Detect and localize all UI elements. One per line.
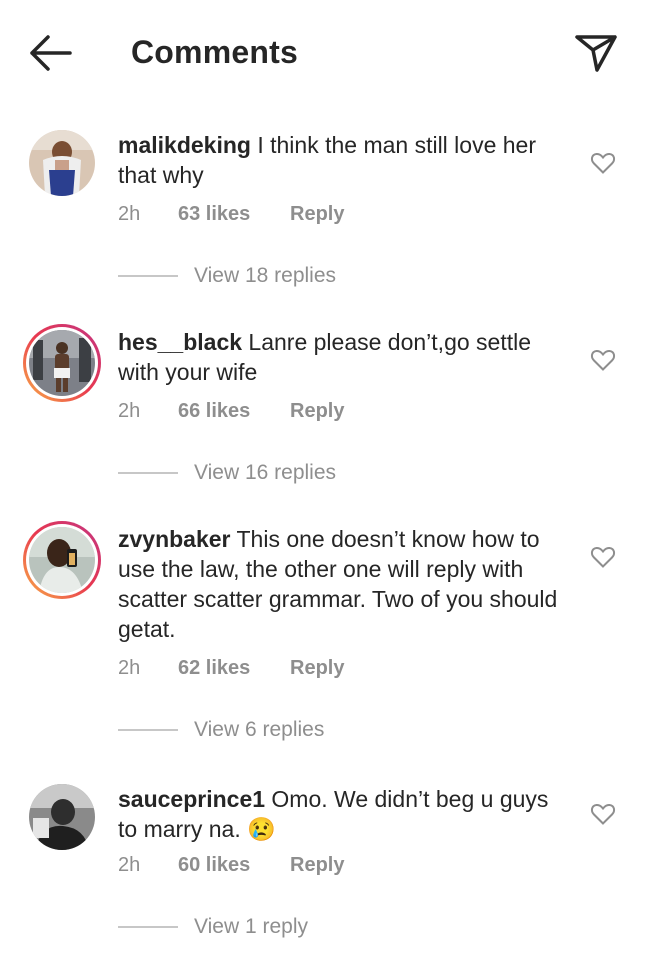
view-replies-button[interactable]: View 16 replies bbox=[118, 461, 336, 485]
heart-icon bbox=[590, 349, 616, 371]
comment-likes[interactable]: 66 likes bbox=[178, 400, 290, 423]
comment-username[interactable]: zvynbaker bbox=[118, 526, 231, 552]
comment-time: 2h bbox=[118, 657, 141, 679]
reply-button[interactable]: Reply bbox=[290, 657, 344, 680]
page-title: Comments bbox=[131, 34, 298, 70]
view-replies-label: View 1 reply bbox=[194, 915, 309, 938]
comment-meta: 2h 63 likes Reply bbox=[118, 203, 344, 226]
view-replies-button[interactable]: View 1 reply bbox=[118, 915, 308, 939]
avatar-photo bbox=[29, 330, 95, 396]
comment-text: zvynbaker This one doesn’t know how to u… bbox=[118, 524, 568, 644]
share-button[interactable] bbox=[574, 32, 618, 74]
divider bbox=[118, 275, 178, 277]
heart-icon bbox=[590, 803, 616, 825]
comment-text: hes__black Lanre please don’t,go settle … bbox=[118, 327, 568, 387]
comment-likes[interactable]: 62 likes bbox=[178, 657, 290, 680]
comment-username[interactable]: sauceprince1 bbox=[118, 786, 265, 812]
avatar-photo bbox=[29, 130, 95, 196]
arrow-left-icon bbox=[30, 35, 72, 71]
heart-icon bbox=[590, 546, 616, 568]
view-replies-button[interactable]: View 18 replies bbox=[118, 264, 336, 288]
avatar[interactable] bbox=[23, 521, 101, 599]
header-bar: Comments bbox=[0, 0, 654, 100]
comment-likes[interactable]: 63 likes bbox=[178, 203, 290, 226]
comment-meta: 2h 60 likes Reply bbox=[118, 854, 344, 877]
comment-meta: 2h 62 likes Reply bbox=[118, 657, 344, 680]
comment-username[interactable]: malikdeking bbox=[118, 132, 251, 158]
comment-text: sauceprince1 Omo. We didn’t beg u guys t… bbox=[118, 784, 568, 844]
view-replies-button[interactable]: View 6 replies bbox=[118, 718, 324, 742]
divider bbox=[118, 926, 178, 928]
comment-username[interactable]: hes__black bbox=[118, 329, 242, 355]
divider bbox=[118, 729, 178, 731]
view-replies-label: View 18 replies bbox=[194, 264, 337, 287]
reply-button[interactable]: Reply bbox=[290, 203, 344, 226]
comment-likes[interactable]: 60 likes bbox=[178, 854, 290, 877]
like-button[interactable] bbox=[590, 802, 616, 826]
reply-button[interactable]: Reply bbox=[290, 854, 344, 877]
comment-time: 2h bbox=[118, 203, 141, 225]
comment-time: 2h bbox=[118, 400, 141, 422]
avatar[interactable] bbox=[23, 124, 101, 202]
comment-time: 2h bbox=[118, 854, 141, 876]
heart-icon bbox=[590, 152, 616, 174]
like-button[interactable] bbox=[590, 151, 616, 175]
reply-button[interactable]: Reply bbox=[290, 400, 344, 423]
paper-plane-icon bbox=[575, 35, 617, 72]
comment-text: malikdeking I think the man still love h… bbox=[118, 130, 568, 190]
comment-meta: 2h 66 likes Reply bbox=[118, 400, 344, 423]
avatar-photo bbox=[29, 527, 95, 593]
like-button[interactable] bbox=[590, 348, 616, 372]
view-replies-label: View 6 replies bbox=[194, 718, 325, 741]
back-button[interactable] bbox=[28, 33, 74, 73]
view-replies-label: View 16 replies bbox=[194, 461, 337, 484]
avatar[interactable] bbox=[23, 778, 101, 856]
avatar[interactable] bbox=[23, 324, 101, 402]
avatar-photo bbox=[29, 784, 95, 850]
like-button[interactable] bbox=[590, 545, 616, 569]
divider bbox=[118, 472, 178, 474]
